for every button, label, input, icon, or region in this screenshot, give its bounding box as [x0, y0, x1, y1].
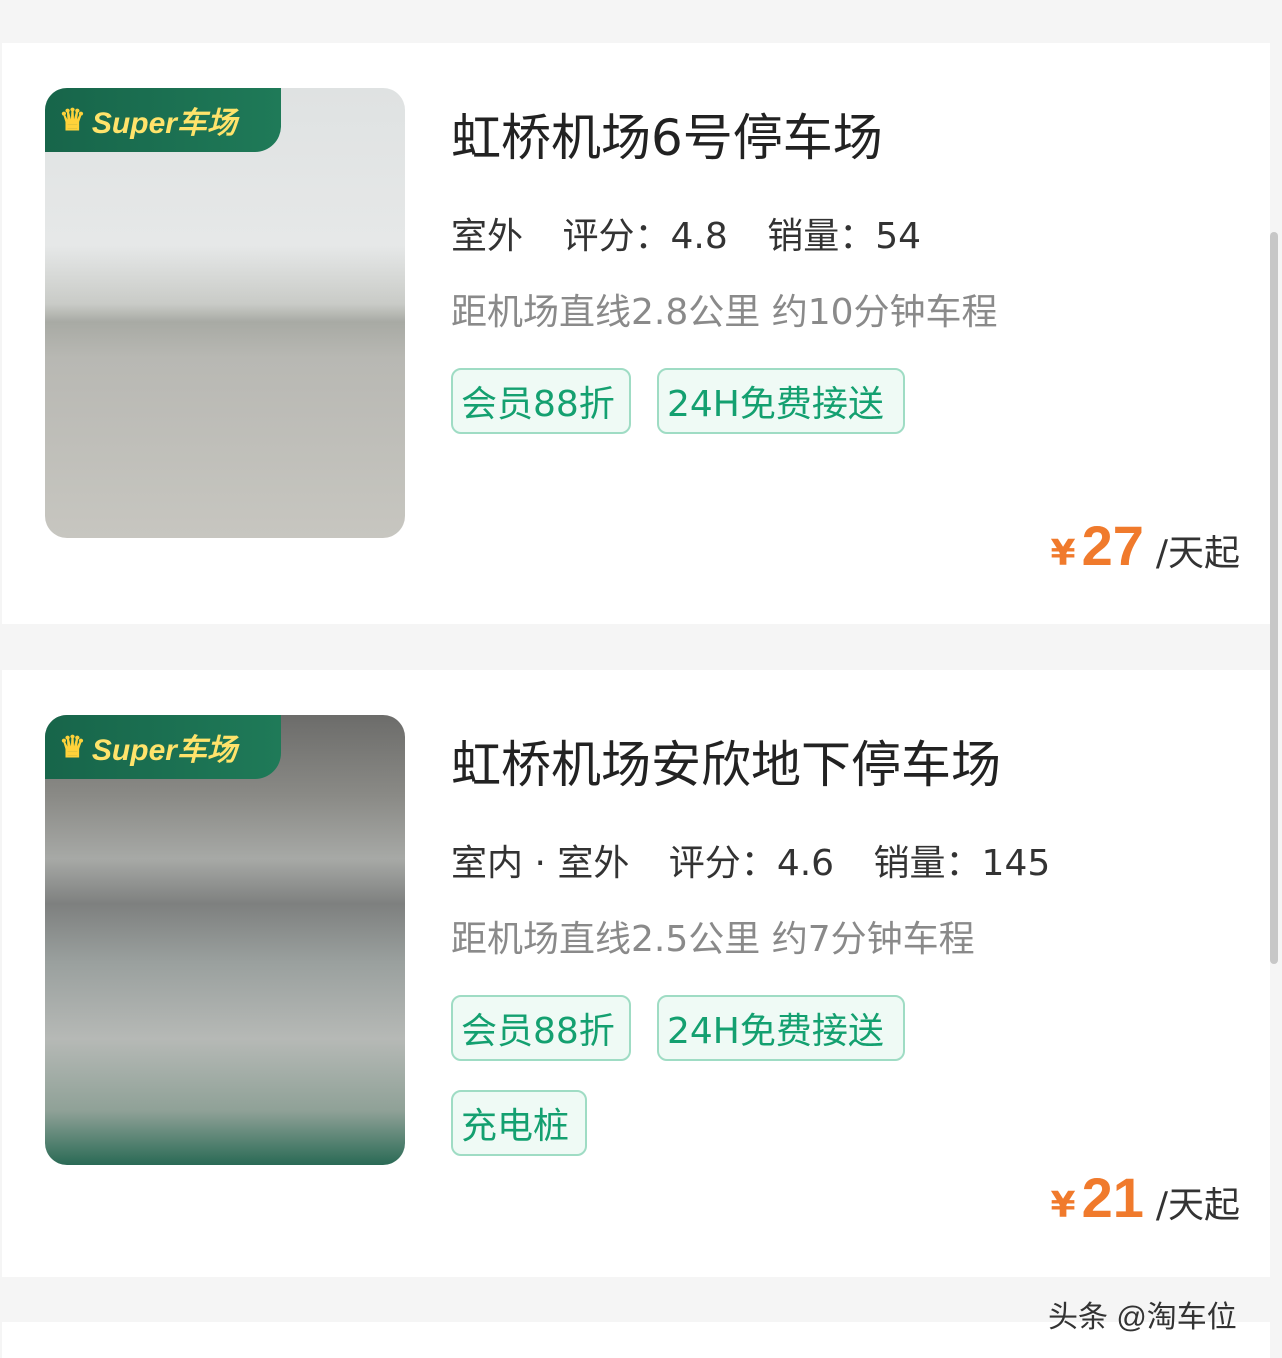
tag-free-shuttle: 24H免费接送 [657, 368, 905, 434]
tag-member-discount: 会员88折 [451, 995, 631, 1061]
rating-label: 评分： [668, 843, 777, 884]
parking-name[interactable]: 虹桥机场6号停车场 [451, 98, 883, 170]
parking-card[interactable]: ♛ Super车场 虹桥机场6号停车场 室外 评分：4.8 销量：54 距机场直… [2, 43, 1270, 624]
tag-member-discount: 会员88折 [451, 368, 631, 434]
parking-meta: 室内 · 室外 评分：4.6 销量：145 [451, 834, 1050, 886]
price-unit: /天起 [1155, 1185, 1240, 1226]
badge-label: Super车场 [91, 107, 237, 140]
rating-label: 评分： [562, 216, 671, 257]
price-currency: ¥ [1050, 1185, 1076, 1226]
crown-icon: ♛ [59, 103, 86, 137]
scrollbar[interactable] [1270, 232, 1278, 964]
distance-text: 距机场直线2.5公里 约7分钟车程 [451, 919, 975, 960]
super-badge: ♛ Super车场 [45, 715, 281, 779]
environment-label: 室外 [451, 216, 524, 257]
badge-label: Super车场 [91, 734, 237, 767]
price-value: 21 [1081, 1166, 1144, 1229]
sales-value: 54 [875, 216, 922, 257]
watermark: 头条 @淘车位 [1048, 1301, 1237, 1334]
super-badge: ♛ Super车场 [45, 88, 281, 152]
rating-value: 4.6 [776, 843, 835, 884]
distance-text: 距机场直线2.8公里 约10分钟车程 [451, 292, 998, 333]
price: ¥21/天起 [1051, 1165, 1241, 1230]
price-currency: ¥ [1050, 533, 1076, 574]
sales-label: 销量： [767, 216, 876, 257]
environment-label: 室内 · 室外 [451, 843, 630, 884]
crown-icon: ♛ [59, 730, 86, 764]
price-value: 27 [1081, 514, 1144, 577]
tag-free-shuttle: 24H免费接送 [657, 995, 905, 1061]
sales-label: 销量： [873, 843, 982, 884]
parking-photo: ♛ Super车场 [45, 715, 405, 1165]
parking-name[interactable]: 虹桥机场安欣地下停车场 [451, 725, 1001, 797]
parking-photo: ♛ Super车场 [45, 88, 405, 538]
price-unit: /天起 [1155, 533, 1240, 574]
parking-meta: 室外 评分：4.8 销量：54 [451, 207, 921, 259]
rating-value: 4.8 [670, 216, 728, 257]
sales-value: 145 [981, 843, 1051, 884]
price: ¥27/天起 [1051, 513, 1241, 578]
parking-card[interactable]: ♛ Super车场 虹桥机场安欣地下停车场 室内 · 室外 评分：4.6 销量：… [2, 670, 1270, 1277]
tag-charging-pile: 充电桩 [451, 1090, 587, 1156]
